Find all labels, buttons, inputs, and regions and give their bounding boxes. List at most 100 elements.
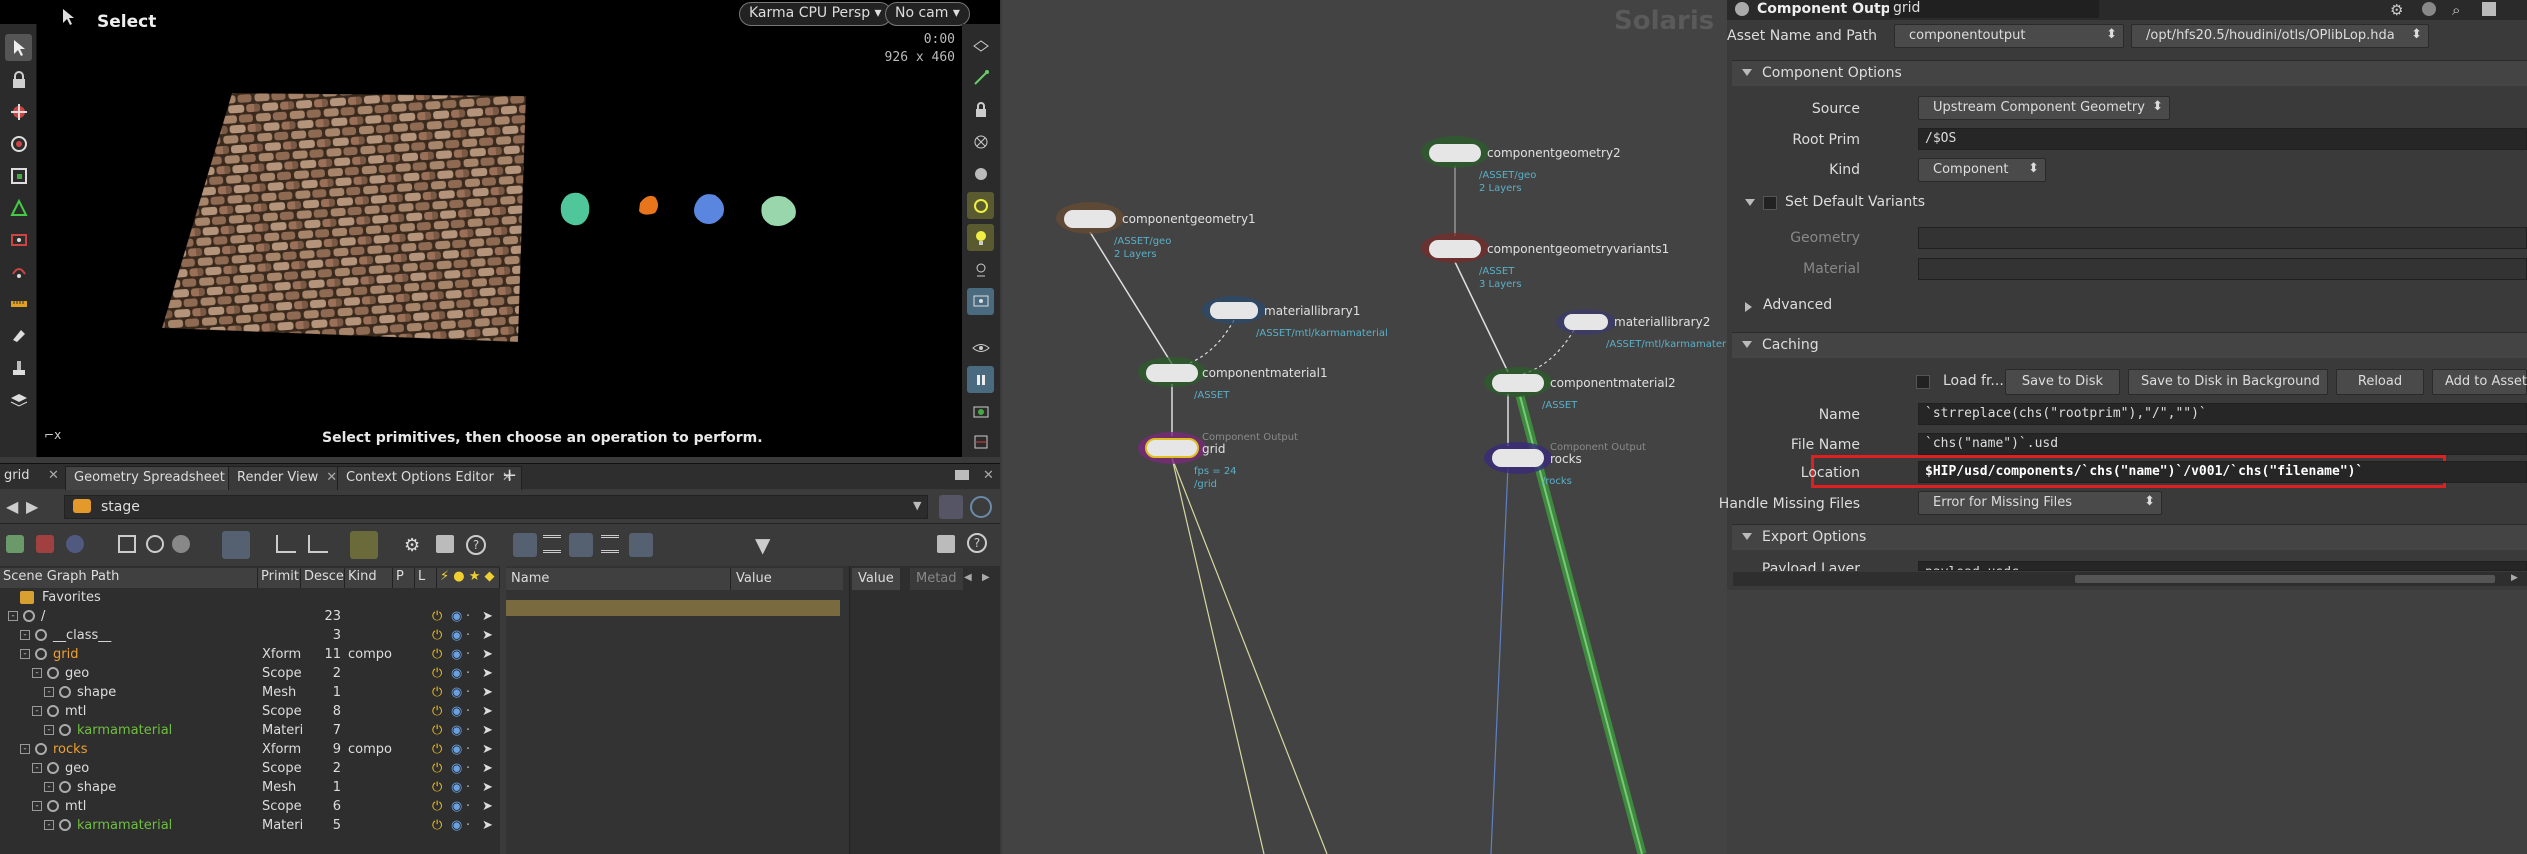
handle-missing-files-menu[interactable]: Error for Missing Files ⬍ [1918, 491, 2162, 515]
shading-icon[interactable] [967, 160, 994, 187]
render-region-icon[interactable] [967, 288, 994, 315]
table-row[interactable]: - geo Scope 2 ⏻ ◉ · ➤ [0, 760, 500, 779]
scene-viewport[interactable]: Select Karma CPU Persp ▾ No cam ▾ 0:00 9… [0, 0, 1000, 457]
asset-path-menu[interactable]: /opt/hfs20.5/houdini/otls/OPlibLop.hda ⬍ [2131, 24, 2429, 48]
gear-icon[interactable]: ⚙ [2390, 1, 2403, 19]
close-icon[interactable]: ✕ [326, 470, 337, 485]
active-toggle-icon[interactable]: ⏻ [432, 666, 442, 681]
gear-icon[interactable]: ⚙ [404, 535, 420, 556]
col-name[interactable]: Name [506, 568, 731, 590]
expand-toggle-icon[interactable]: - [44, 820, 54, 830]
col-layer[interactable]: L [415, 568, 437, 588]
expand-toggle-icon[interactable]: - [20, 630, 30, 640]
col-descendants[interactable]: Desce [301, 568, 345, 588]
source-menu[interactable]: Upstream Component Geometry ⬍ [1918, 96, 2170, 120]
visibility-icon[interactable]: ◉ [451, 799, 462, 814]
axis-icon[interactable] [276, 535, 296, 553]
horizontal-scrollbar[interactable]: ▶ [1733, 572, 2527, 586]
light-icon[interactable] [967, 192, 994, 219]
scale-tool-icon[interactable] [5, 162, 32, 189]
table-row[interactable]: - shape Mesh 1 ⏻ ◉ · ➤ [0, 779, 500, 798]
save-to-disk-button[interactable]: Save to Disk [2005, 369, 2120, 395]
arrow-cursor-icon[interactable]: ➤ [482, 609, 493, 624]
visibility-icon[interactable]: ◉ [451, 723, 462, 738]
expand-toggle-icon[interactable]: - [44, 782, 54, 792]
tab-geometry-spreadsheet[interactable]: Geometry Spreadsheet✕ [65, 466, 253, 490]
highlight-icon[interactable] [350, 531, 378, 559]
help-icon[interactable]: ? [466, 535, 486, 555]
headlight-icon[interactable] [967, 256, 994, 283]
inspect-icon[interactable] [172, 535, 190, 553]
save-to-disk-background-button[interactable]: Save to Disk in Background [2128, 369, 2328, 395]
select-icon[interactable]: · [466, 704, 470, 719]
ruler-tool-icon[interactable] [5, 290, 32, 317]
active-toggle-icon[interactable]: ⏻ [432, 647, 442, 662]
table-row[interactable]: - mtl Scope 8 ⏻ ◉ · ➤ [0, 703, 500, 722]
table-row[interactable]: - / 23 ⏻ ◉ · ➤ [0, 608, 500, 627]
select-icon[interactable]: · [466, 666, 470, 681]
brick-plane[interactable] [150, 80, 540, 345]
grid-view-icon[interactable] [629, 533, 653, 557]
select-icon[interactable]: · [466, 799, 470, 814]
add-prim-icon[interactable] [6, 535, 24, 553]
active-toggle-icon[interactable]: ⏻ [432, 818, 442, 833]
ghost-icon[interactable] [967, 128, 994, 155]
renderer-menu[interactable]: Karma CPU Persp ▾ [739, 2, 892, 26]
asset-name-menu[interactable]: componentoutput ⬍ [1894, 24, 2124, 48]
expand-toggle-icon[interactable]: - [32, 763, 42, 773]
visibility-icon[interactable] [66, 535, 84, 553]
search-icon[interactable] [436, 535, 454, 553]
visibility-icon[interactable]: ◉ [451, 685, 462, 700]
search-icon[interactable]: ⌕ [2452, 1, 2460, 19]
transform-tool-icon[interactable] [5, 194, 32, 221]
select-icon[interactable]: · [466, 609, 470, 624]
visibility-icon[interactable]: ◉ [451, 647, 462, 662]
active-toggle-icon[interactable]: ⏻ [432, 685, 442, 700]
lock-icon[interactable] [5, 66, 32, 93]
stamp-tool-icon[interactable] [5, 354, 32, 381]
tab-metadata[interactable]: Metad [910, 568, 963, 590]
layers-tool-icon[interactable] [5, 386, 32, 413]
select-tool-icon[interactable] [5, 34, 32, 61]
favorites-row[interactable]: Favorites [0, 589, 500, 608]
lock-camera-icon[interactable] [967, 96, 994, 123]
geometry-variant-field[interactable] [1918, 227, 2527, 249]
info-icon[interactable] [146, 535, 164, 553]
add-to-asset-button[interactable]: Add to Asset [2432, 369, 2527, 395]
pin-icon[interactable] [2482, 2, 2496, 16]
col-value[interactable]: Value [731, 568, 843, 590]
arrow-cursor-icon[interactable]: ➤ [482, 780, 493, 795]
active-toggle-icon[interactable]: ⏻ [432, 609, 442, 624]
expand-toggle-icon[interactable]: - [32, 668, 42, 678]
tab-context-options-editor[interactable]: Context Options Editor ✕ [337, 466, 522, 490]
active-toggle-icon[interactable]: ⏻ [432, 780, 442, 795]
arrow-cursor-icon[interactable]: ➤ [482, 742, 493, 757]
col-scene-graph-path[interactable]: Scene Graph Path [0, 568, 258, 588]
visibility-icon[interactable]: ◉ [451, 628, 462, 643]
table-row[interactable]: - karmamaterial Materi 7 ⏻ ◉ · ➤ [0, 722, 500, 741]
visibility-icon[interactable]: ◉ [451, 704, 462, 719]
location-field[interactable]: $HIP/usd/components/`chs("name")`/v001/`… [1918, 461, 2527, 483]
expand-toggle-icon[interactable]: - [44, 725, 54, 735]
collapse-all-icon[interactable] [513, 533, 537, 557]
snap-icon[interactable] [967, 64, 994, 91]
name-field[interactable]: `strreplace(chs("rootprim"),"/","")` [1918, 403, 2527, 425]
table-row[interactable]: - karmamaterial Materi 5 ⏻ ◉ · ➤ [0, 817, 500, 836]
expand-toggle-icon[interactable]: - [44, 687, 54, 697]
arrow-cursor-icon[interactable]: ➤ [482, 761, 493, 776]
table-row[interactable]: - shape Mesh 1 ⏻ ◉ · ➤ [0, 684, 500, 703]
material-variant-field[interactable] [1918, 258, 2527, 280]
select-icon[interactable]: · [466, 761, 470, 776]
active-toggle-icon[interactable]: ⏻ [432, 723, 442, 738]
link-icon[interactable] [970, 496, 992, 518]
select-icon[interactable]: · [466, 818, 470, 833]
render-settings-icon[interactable] [967, 428, 994, 455]
back-arrow-icon[interactable]: ◀ [6, 497, 18, 516]
node-name-field[interactable]: grid [1889, 0, 2099, 18]
pane-layout-icon[interactable] [955, 470, 969, 480]
root-prim-field[interactable]: /$OS [1918, 128, 2527, 150]
filter-settings-icon[interactable] [118, 535, 136, 553]
visibility-icon[interactable]: ◉ [451, 742, 462, 757]
kind-menu[interactable]: Component ⬍ [1918, 158, 2046, 182]
table-row[interactable]: - mtl Scope 6 ⏻ ◉ · ➤ [0, 798, 500, 817]
